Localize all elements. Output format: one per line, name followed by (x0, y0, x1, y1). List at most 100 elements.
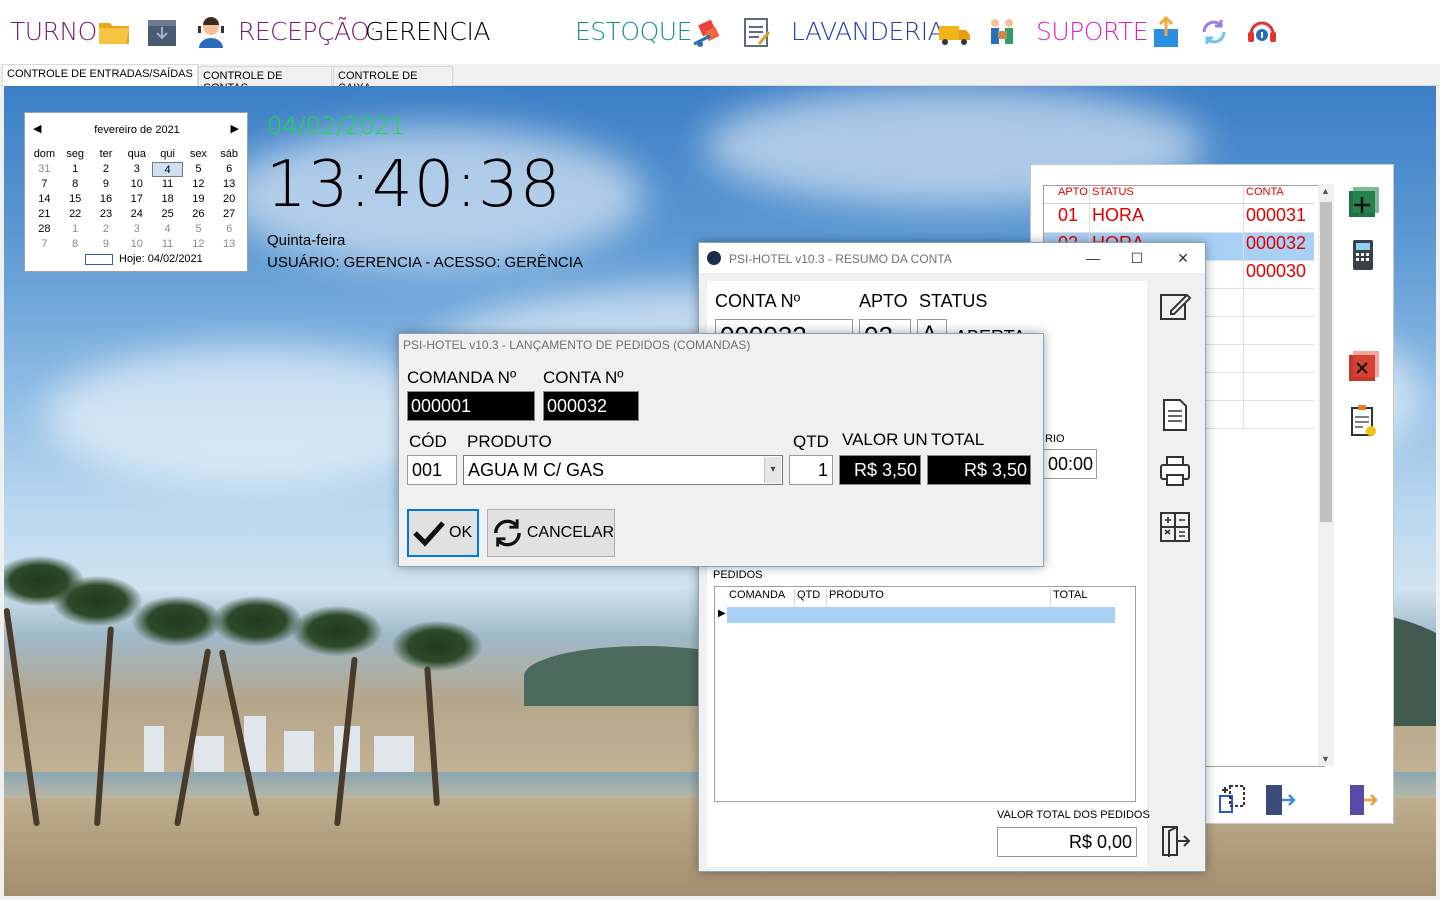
calendar-day[interactable]: 8 (60, 237, 91, 252)
delivery-truck-icon[interactable] (936, 14, 972, 50)
hand-truck-icon[interactable] (690, 14, 726, 50)
calendar-day[interactable]: 12 (183, 237, 214, 252)
menu-suporte[interactable]: SUPORTE (1036, 16, 1149, 48)
calendar-day[interactable]: 19 (183, 192, 214, 207)
exit-door-blue-icon[interactable] (1262, 782, 1298, 818)
checklist-icon[interactable] (739, 14, 775, 50)
menu-turno[interactable]: TURNO (10, 16, 97, 48)
col-status[interactable]: STATUS (1090, 186, 1244, 203)
calendar-day[interactable]: 27 (214, 207, 245, 222)
exit-door-purple-icon[interactable] (1344, 782, 1380, 818)
tab-caixa[interactable]: CONTROLE DE CAIXA (333, 66, 453, 94)
calendar-day[interactable]: 24 (121, 207, 152, 222)
calendar-day[interactable]: 3 (121, 162, 152, 177)
calendar-day[interactable]: 21 (29, 207, 60, 222)
support-headset-icon[interactable] (1244, 14, 1280, 50)
calendar-day[interactable]: 20 (214, 192, 245, 207)
pedidos-grid[interactable]: COMANDA QTD PRODUTO TOTAL ▶ (714, 586, 1136, 802)
rooms-scrollbar[interactable]: ▲ ▼ (1318, 184, 1334, 766)
calendar-day[interactable]: 11 (152, 177, 183, 192)
calculator-ops-icon[interactable] (1157, 509, 1193, 545)
folder-icon[interactable] (96, 14, 132, 50)
tab-contas[interactable]: CONTROLE DE CONTAS (198, 66, 332, 94)
calendar-day[interactable]: 26 (183, 207, 214, 222)
col-produto[interactable]: PRODUTO (827, 589, 1051, 605)
download-box-icon[interactable] (144, 14, 180, 50)
calendar-day[interactable]: 5 (183, 162, 214, 177)
calendar-day[interactable]: 17 (121, 192, 152, 207)
calendar-day[interactable]: 2 (91, 162, 122, 177)
col-apto[interactable]: APTO (1044, 186, 1090, 203)
menu-recepcao[interactable]: RECEPÇÃO: (238, 16, 377, 48)
calendar-day[interactable]: 10 (121, 177, 152, 192)
calendar-day[interactable]: 9 (91, 237, 122, 252)
calendar-day[interactable]: 15 (60, 192, 91, 207)
room-row[interactable]: 01 HORA 000031 (1044, 205, 1314, 233)
qtd-field[interactable]: 1 (789, 455, 833, 485)
calendar-day[interactable]: 31 (29, 162, 60, 177)
scroll-down-icon[interactable]: ▼ (1321, 754, 1330, 764)
valor-un-field[interactable]: R$ 3,50 (839, 455, 921, 485)
close-icon[interactable]: ✕ (1169, 247, 1197, 269)
calendar-day[interactable]: 7 (29, 177, 60, 192)
calendar-day[interactable]: 11 (152, 237, 183, 252)
rooms-scroll-thumb[interactable] (1320, 202, 1332, 522)
calendar-day[interactable]: 3 (121, 222, 152, 237)
calendar-day[interactable]: 5 (183, 222, 214, 237)
chevron-down-icon[interactable]: ▾ (764, 457, 781, 483)
sync-icon[interactable] (1196, 14, 1232, 50)
upload-box-icon[interactable] (1148, 14, 1184, 50)
calendar-day[interactable]: 2 (91, 222, 122, 237)
printer-icon[interactable] (1157, 453, 1193, 489)
col-comanda[interactable]: COMANDA (727, 589, 795, 605)
calendar-day[interactable]: 25 (152, 207, 183, 222)
produto-select[interactable]: AGUA M C/ GAS ▾ (463, 455, 783, 485)
menu-lavanderia[interactable]: LAVANDERIA (791, 16, 945, 48)
card-terminal-icon[interactable] (1345, 237, 1381, 273)
calendar-day[interactable]: 16 (91, 192, 122, 207)
calendar-day[interactable]: 9 (91, 177, 122, 192)
delivery-person-icon[interactable] (984, 14, 1020, 50)
calendar-day-selected[interactable]: 4 (152, 162, 183, 177)
calendar-day[interactable]: 4 (152, 222, 183, 237)
calendar-day[interactable]: 10 (121, 237, 152, 252)
conta-field[interactable]: 000032 (543, 391, 639, 421)
horario-field[interactable]: 00:00 (1043, 449, 1097, 479)
maximize-icon[interactable]: ☐ (1123, 247, 1151, 269)
receptionist-icon[interactable] (193, 14, 229, 50)
calendar-day[interactable]: 22 (60, 207, 91, 222)
calendar-day[interactable]: 1 (60, 162, 91, 177)
col-conta[interactable]: CONTA (1244, 186, 1314, 203)
calendar-day[interactable]: 6 (214, 222, 245, 237)
calendar-day[interactable]: 23 (91, 207, 122, 222)
calendar-day[interactable]: 6 (214, 162, 245, 177)
calendar-widget[interactable]: ◀ fevereiro de 2021 ▶ dom seg ter qua qu… (24, 112, 248, 272)
scroll-up-icon[interactable]: ▲ (1321, 186, 1330, 196)
clipboard-check-icon[interactable] (1345, 403, 1381, 439)
calendar-day[interactable]: 28 (29, 222, 60, 237)
calendar-day[interactable]: 18 (152, 192, 183, 207)
comanda-field[interactable]: 000001 (407, 391, 535, 421)
cancelar-button[interactable]: CANCELAR (487, 509, 615, 557)
edit-icon[interactable] (1157, 287, 1193, 323)
calendar-today-link[interactable]: Hoje: 04/02/2021 (85, 253, 203, 265)
calendar-next-icon[interactable]: ▶ (231, 122, 239, 135)
exit-door-icon[interactable] (1157, 823, 1193, 859)
transfer-icon[interactable] (1216, 782, 1252, 818)
calendar-day[interactable]: 12 (183, 177, 214, 192)
document-icon[interactable] (1157, 397, 1193, 433)
resumo-titlebar[interactable]: PSI-HOTEL v10.3 - RESUMO DA CONTA — ☐ ✕ (699, 243, 1205, 273)
tab-entradas-saidas[interactable]: CONTROLE DE ENTRADAS/SAÍDAS (2, 64, 198, 87)
menu-estoque[interactable]: ESTOQUE (575, 16, 692, 48)
cod-field[interactable]: 001 (407, 455, 457, 485)
calendar-day[interactable]: 14 (29, 192, 60, 207)
ok-button[interactable]: OK (407, 509, 479, 557)
pedidos-new-row[interactable] (727, 607, 1115, 623)
col-total[interactable]: TOTAL (1051, 589, 1115, 605)
calendar-day[interactable]: 7 (29, 237, 60, 252)
minimize-icon[interactable]: — (1079, 247, 1107, 269)
calendar-day[interactable]: 8 (60, 177, 91, 192)
col-qtd[interactable]: QTD (795, 589, 827, 605)
calendar-day[interactable]: 13 (214, 177, 245, 192)
remove-red-icon[interactable] (1345, 349, 1381, 385)
